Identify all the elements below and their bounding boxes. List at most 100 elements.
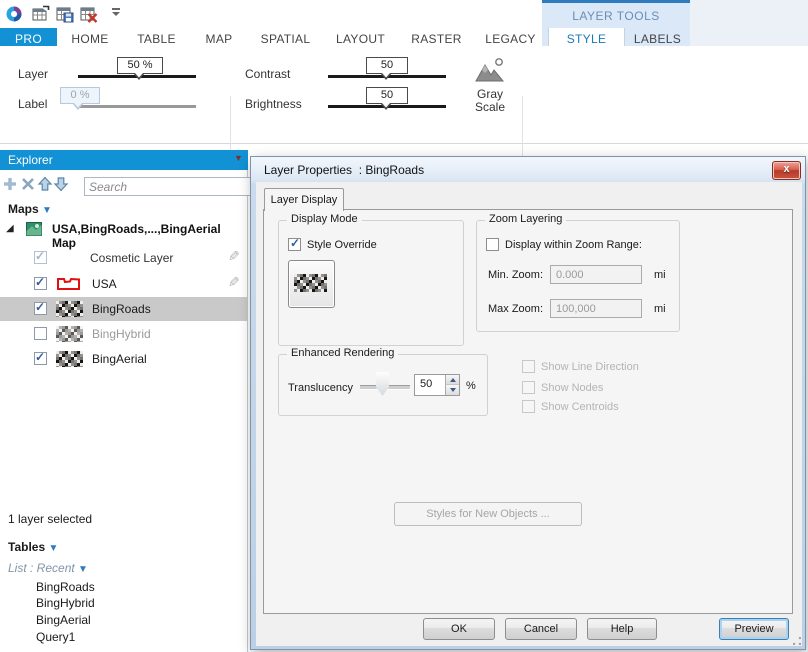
close-table-icon[interactable] xyxy=(80,5,98,23)
raster-style-icon xyxy=(56,351,83,367)
help-button[interactable]: Help xyxy=(587,618,657,640)
explorer-panel: Explorer ▼ Maps ▼ ◢ USA,Bi xyxy=(0,150,248,652)
ok-button[interactable]: OK xyxy=(423,618,495,640)
tables-section-header[interactable]: Tables ▼ xyxy=(8,540,58,554)
min-zoom-unit: mi xyxy=(654,269,666,281)
gray-scale-button[interactable]: Gray Scale xyxy=(462,56,518,132)
style-sample-button[interactable] xyxy=(288,260,335,308)
spinner-down-icon[interactable] xyxy=(445,385,459,395)
show-nodes-label: Show Nodes xyxy=(541,382,603,394)
layer-row-binghybrid[interactable]: BingHybrid xyxy=(0,322,248,346)
move-up-icon[interactable] xyxy=(37,176,53,192)
translucency-spinner[interactable]: 50 xyxy=(414,374,460,396)
close-icon[interactable]: x xyxy=(772,161,801,180)
layer-name[interactable]: USA xyxy=(92,277,117,291)
label-slider-thumb xyxy=(72,103,84,110)
layer-translucency-value[interactable]: 50 % xyxy=(117,57,163,74)
table-item[interactable]: BingRoads xyxy=(36,580,95,594)
tables-dropdown-icon[interactable]: ▼ xyxy=(48,543,58,554)
translucency-slider-label: Translucency xyxy=(288,382,353,394)
application-window: LAYER TOOLS PRO HOME TABLE MAP SPATIAL L… xyxy=(0,0,808,652)
raster-style-icon xyxy=(56,326,83,342)
open-table-icon[interactable] xyxy=(32,5,50,23)
ribbon-body: Layer 50 % Label 0 % Translucency Contra… xyxy=(0,46,808,144)
selection-status: 1 layer selected xyxy=(8,512,92,526)
styles-for-new-objects-button: Styles for New Objects ... xyxy=(394,502,582,526)
layer-checkbox[interactable]: ✓ xyxy=(34,251,47,264)
min-zoom-label: Min. Zoom: xyxy=(488,269,543,281)
mapinfo-logo xyxy=(5,5,23,23)
preview-button[interactable]: Preview xyxy=(719,618,789,640)
layer-row-bingaerial[interactable]: ✓ BingAerial xyxy=(0,347,248,371)
maps-section-header[interactable]: Maps ▼ xyxy=(8,202,52,216)
tab-style[interactable]: STYLE xyxy=(548,28,625,46)
raster-style-icon xyxy=(56,301,83,317)
layer-name[interactable]: BingHybrid xyxy=(92,327,151,341)
layer-checkbox[interactable]: ✓ xyxy=(34,302,47,315)
spinner-up-icon[interactable] xyxy=(445,375,459,385)
edit-style-pencil-icon[interactable]: ✎ xyxy=(228,248,240,265)
panel-menu-icon[interactable]: ▼ xyxy=(234,153,243,163)
layer-properties-dialog: Layer Properties : BingRoads x Layer Dis… xyxy=(250,156,806,650)
layer-name[interactable]: BingRoads xyxy=(92,302,151,316)
contrast-slider-thumb[interactable] xyxy=(380,73,392,80)
table-item[interactable]: Query1 xyxy=(36,630,75,644)
tree-expander-icon[interactable]: ◢ xyxy=(6,223,14,234)
display-within-zoom-checkbox[interactable] xyxy=(486,238,499,251)
show-centroids-label: Show Centroids xyxy=(541,401,619,413)
layer-row-bingroads-selected[interactable]: ✓ BingRoads xyxy=(0,297,248,321)
mountain-icon xyxy=(474,57,506,85)
layer-tools-label: LAYER TOOLS xyxy=(542,9,690,23)
polygon-style-icon xyxy=(56,276,81,291)
list-mode-dropdown-icon[interactable]: ▼ xyxy=(78,564,88,575)
style-override-checkbox[interactable]: ✓ xyxy=(288,238,301,251)
save-table-icon[interactable] xyxy=(56,5,74,23)
tables-list-mode[interactable]: List : Recent ▼ xyxy=(8,561,88,575)
cancel-button[interactable]: Cancel xyxy=(505,618,577,640)
layer-name[interactable]: BingAerial xyxy=(92,352,147,366)
label-translucency-value: 0 % xyxy=(60,87,100,104)
layer-slider-label: Layer xyxy=(18,67,48,81)
label-slider-track xyxy=(78,105,196,108)
style-override-label: Style Override xyxy=(307,239,377,251)
style-sample-swatch xyxy=(294,274,327,292)
enhanced-rendering-legend: Enhanced Rendering xyxy=(287,347,398,359)
contrast-value[interactable]: 50 xyxy=(366,57,408,74)
min-zoom-input[interactable]: 0.000 xyxy=(550,265,642,284)
maps-dropdown-icon[interactable]: ▼ xyxy=(42,205,52,216)
explorer-title: Explorer xyxy=(8,153,53,167)
resize-grip[interactable] xyxy=(793,637,801,645)
translucency-unit: % xyxy=(466,380,476,392)
tab-layer-display[interactable]: Layer Display xyxy=(264,188,344,211)
ribbon-contextual-spacer xyxy=(690,0,808,46)
max-zoom-input[interactable]: 100,000 xyxy=(550,299,642,318)
layer-row-cosmetic[interactable]: ✓ Cosmetic Layer ✎ xyxy=(0,246,248,270)
layer-slider-thumb[interactable] xyxy=(133,73,145,80)
brightness-label: Brightness xyxy=(245,97,302,111)
remove-icon[interactable] xyxy=(20,176,36,192)
dialog-title: Layer Properties : BingRoads xyxy=(264,163,424,177)
zoom-layering-legend: Zoom Layering xyxy=(485,213,566,225)
max-zoom-unit: mi xyxy=(654,303,666,315)
edit-style-pencil-icon[interactable]: ✎ xyxy=(228,274,240,291)
display-within-zoom-label: Display within Zoom Range: xyxy=(505,239,642,251)
add-icon[interactable] xyxy=(2,176,18,192)
table-item[interactable]: BingAerial xyxy=(36,613,91,627)
layer-name[interactable]: Cosmetic Layer xyxy=(90,251,173,265)
layer-checkbox[interactable]: ✓ xyxy=(34,277,47,290)
qat-customize-chevron-icon[interactable] xyxy=(112,8,121,18)
explorer-title-bar[interactable]: Explorer ▼ xyxy=(0,150,248,170)
brightness-value[interactable]: 50 xyxy=(366,87,408,104)
layer-checkbox[interactable] xyxy=(34,327,47,340)
table-item[interactable]: BingHybrid xyxy=(36,596,95,610)
brightness-slider-thumb[interactable] xyxy=(380,103,392,110)
layer-row-usa[interactable]: ✓ USA ✎ xyxy=(0,272,248,296)
map-tree-node[interactable]: ◢ USA,BingRoads,...,BingAerial Map xyxy=(6,221,248,239)
show-centroids-checkbox xyxy=(522,400,535,413)
move-down-icon[interactable] xyxy=(53,176,69,192)
search-input[interactable] xyxy=(84,177,252,196)
show-line-direction-checkbox xyxy=(522,360,535,373)
layer-checkbox[interactable]: ✓ xyxy=(34,352,47,365)
layer-display-tab-page: Display Mode ✓ Style Override Zoom Layer… xyxy=(263,209,793,614)
contrast-label: Contrast xyxy=(245,67,290,81)
